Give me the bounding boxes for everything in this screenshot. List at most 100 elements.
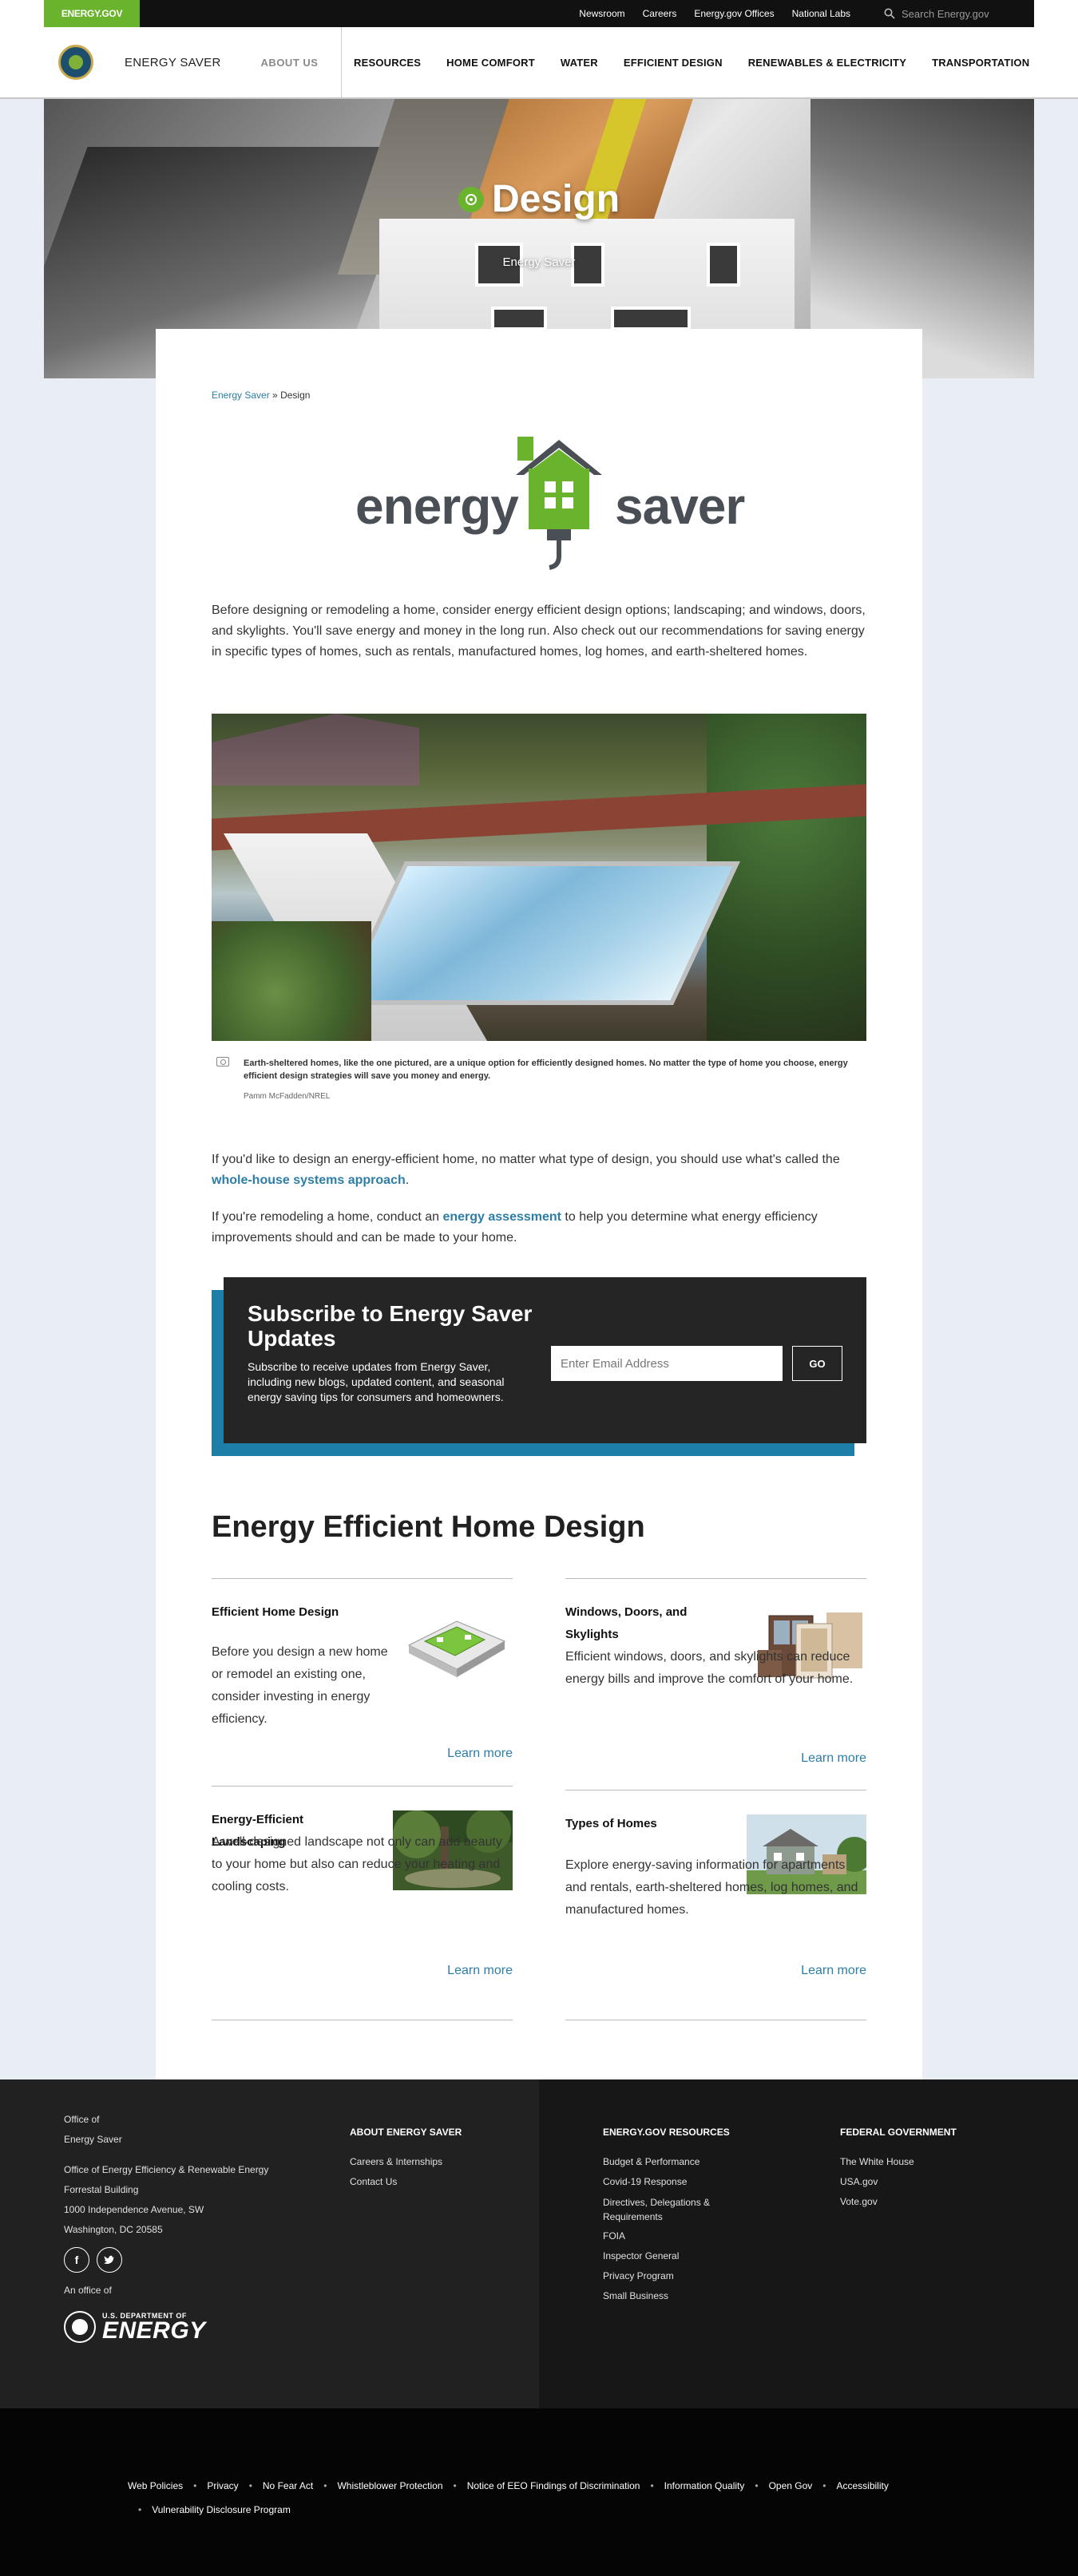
bottom-link-accessibility[interactable]: Accessibility: [837, 2480, 889, 2491]
footer-link-privacy[interactable]: Privacy Program: [603, 2266, 763, 2286]
footer-office-name[interactable]: Energy Saver: [64, 2130, 122, 2150]
card-types-of-homes: Types of Homes Explore energy-saving inf…: [565, 1790, 872, 2011]
card-title[interactable]: Efficient Home Design: [212, 1601, 379, 1624]
doe-seal-icon: [64, 2311, 96, 2343]
bottom-links: Web Policies • Privacy • No Fear Act • Whis…: [128, 2480, 889, 2515]
util-link-labs[interactable]: National Labs: [792, 8, 850, 19]
whole-house-link[interactable]: whole-house systems approach: [212, 1173, 406, 1187]
energy-gov-logo[interactable]: ENERGY.GOV: [44, 0, 140, 27]
card-text: A well-designed landscape not only can a…: [212, 1835, 502, 1893]
footer-link-votegov[interactable]: Vote.gov: [840, 2192, 914, 2212]
util-link-newsroom[interactable]: Newsroom: [579, 8, 624, 19]
nav-transportation[interactable]: TRANSPORTATION: [932, 57, 1029, 69]
bottom-link-web-policies[interactable]: Web Policies: [128, 2480, 183, 2491]
nav-about-us[interactable]: ABOUT US: [238, 27, 342, 97]
camera-icon: [216, 1057, 229, 1066]
card-title[interactable]: Windows, Doors, and Skylights: [565, 1601, 733, 1646]
nav-home-comfort[interactable]: HOME COMFORT: [446, 57, 535, 69]
footer-resources-heading: ENERGY.GOV RESOURCES: [603, 2127, 730, 2138]
footer-about-heading: ABOUT ENERGY SAVER: [350, 2127, 462, 2138]
learn-more-link[interactable]: Learn more: [801, 1751, 866, 1766]
utility-links: Newsroom Careers Energy.gov Offices Nati…: [579, 0, 850, 27]
bottom-link-vdp[interactable]: Vulnerability Disclosure Program: [152, 2504, 291, 2515]
earth-sheltered-home-photo: [212, 714, 866, 1041]
bottom-bar: Web Policies • Privacy • No Fear Act • Whis…: [0, 2408, 1078, 2576]
section-heading: Energy Efficient Home Design: [212, 1510, 645, 1544]
nav-renewables[interactable]: RENEWABLES & ELECTRICITY: [748, 57, 906, 69]
intro-paragraph: Before designing or remodeling a home, c…: [212, 603, 866, 659]
bottom-link-eeo[interactable]: Notice of EEO Findings of Discrimination: [467, 2480, 640, 2491]
footer-link-directives[interactable]: Directives, Delegations & Requirements: [603, 2192, 763, 2226]
site-header: ENERGY SAVER ABOUT US RESOURCES HOME COM…: [0, 27, 1078, 99]
remodel-text: If you're remodeling a home, conduct an: [212, 1210, 443, 1224]
main-nav: RESOURCES HOME COMFORT WATER EFFICIENT D…: [354, 27, 1029, 97]
learn-more-link[interactable]: Learn more: [801, 1964, 866, 1978]
card-text-body: Efficient windows, doors, and skylights …: [565, 1650, 854, 1686]
bottom-link-info-quality[interactable]: Information Quality: [664, 2480, 745, 2491]
twitter-icon[interactable]: [97, 2247, 122, 2273]
footer-link-small-business[interactable]: Small Business: [603, 2286, 763, 2306]
util-link-offices[interactable]: Energy.gov Offices: [694, 8, 774, 19]
footer-link-inspector[interactable]: Inspector General: [603, 2246, 763, 2266]
footer-link-covid[interactable]: Covid-19 Response: [603, 2172, 763, 2192]
footer-federal-links: The White House USA.gov Vote.gov: [840, 2152, 914, 2212]
address-line: Office of Energy Efficiency & Renewable …: [64, 2164, 269, 2175]
bottom-link-privacy[interactable]: Privacy: [207, 2480, 238, 2491]
page-title: Design: [491, 178, 620, 220]
footer-an-office-of: An office of: [64, 2285, 112, 2296]
card-text: Efficient windows, doors, and skylights …: [565, 1646, 866, 1691]
subscribe-go-button[interactable]: GO: [792, 1346, 842, 1381]
address-line: 1000 Independence Avenue, SW: [64, 2204, 204, 2215]
footer-office-of: Office of: [64, 2114, 100, 2125]
card-text: Before you design a new home or remodel …: [212, 1645, 388, 1726]
doe-seal-logo[interactable]: [58, 45, 93, 80]
footer-link-whitehouse[interactable]: The White House: [840, 2152, 914, 2172]
main-content: Energy Saver » Design energy saver Befor…: [156, 329, 922, 2079]
footer-link-foia[interactable]: FOIA: [603, 2226, 763, 2246]
subscribe-description: Subscribe to receive updates from Energy…: [248, 1360, 505, 1403]
doe-logo-big: ENERGY: [102, 2317, 206, 2344]
footer-address: Office of Energy Efficiency & Renewable …: [64, 2160, 268, 2240]
utility-bar: ENERGY.GOV Newsroom Careers Energy.gov O…: [0, 0, 1078, 27]
nav-resources[interactable]: RESOURCES: [354, 57, 421, 69]
learn-more-link[interactable]: Learn more: [447, 1964, 513, 1978]
footer-federal-heading: FEDERAL GOVERNMENT: [840, 2127, 957, 2138]
footer-link-contact[interactable]: Contact Us: [350, 2172, 442, 2192]
caption-text: Earth-sheltered homes, like the one pict…: [244, 1058, 848, 1081]
card-title[interactable]: Types of Homes: [565, 1813, 733, 1835]
design-text: If you'd like to design an energy-effici…: [212, 1153, 840, 1166]
logo-word-energy: energy: [355, 477, 519, 535]
address-line: Forrestal Building: [64, 2184, 139, 2195]
photo-credit: Pamm McFadden/NREL: [244, 1092, 331, 1101]
email-field[interactable]: Enter Email Address: [551, 1346, 783, 1381]
breadcrumb-separator: »: [272, 390, 278, 401]
bottom-link-whistleblower[interactable]: Whistleblower Protection: [337, 2480, 442, 2491]
card-landscaping: Energy-Efficient Landscaping A well-desi…: [212, 1786, 513, 2011]
subscribe-box: Subscribe to Energy Saver Updates Subscr…: [224, 1277, 866, 1443]
doe-logo[interactable]: U.S. DEPARTMENT OF ENERGY: [64, 2311, 206, 2343]
logo-word-saver: saver: [615, 477, 745, 535]
card-windows-doors: Windows, Doors, and Skylights Efficient …: [565, 1578, 866, 1791]
footer-link-usagov[interactable]: USA.gov: [840, 2172, 914, 2192]
footer-link-careers[interactable]: Careers & Internships: [350, 2152, 442, 2172]
search-input[interactable]: Search Energy.gov: [874, 0, 1034, 27]
card-image-house-model: [393, 1601, 513, 1681]
footer-link-budget[interactable]: Budget & Performance: [603, 2152, 763, 2172]
breadcrumb-home[interactable]: Energy Saver: [212, 390, 270, 401]
energy-saver-logo: energy saver: [355, 437, 745, 572]
energy-assessment-link[interactable]: energy assessment: [442, 1210, 561, 1224]
footer-resources-links: Budget & Performance Covid-19 Response D…: [603, 2152, 763, 2306]
bottom-link-open-gov[interactable]: Open Gov: [769, 2480, 813, 2491]
nav-efficient-design[interactable]: EFFICIENT DESIGN: [624, 57, 723, 69]
subscribe-title: Subscribe to Energy Saver Updates: [248, 1301, 533, 1351]
learn-more-link[interactable]: Learn more: [447, 1747, 513, 1761]
facebook-icon[interactable]: f: [64, 2247, 89, 2273]
util-link-careers[interactable]: Careers: [643, 8, 677, 19]
design-icon: [458, 186, 484, 212]
remodel-paragraph: If you're remodeling a home, conduct an …: [212, 1207, 866, 1248]
card-text: Explore energy-saving information for ap…: [565, 1858, 858, 1917]
bottom-link-no-fear[interactable]: No Fear Act: [263, 2480, 313, 2491]
nav-water[interactable]: WATER: [561, 57, 598, 69]
site-name[interactable]: ENERGY SAVER: [125, 56, 221, 69]
breadcrumb-current: Design: [280, 390, 311, 401]
